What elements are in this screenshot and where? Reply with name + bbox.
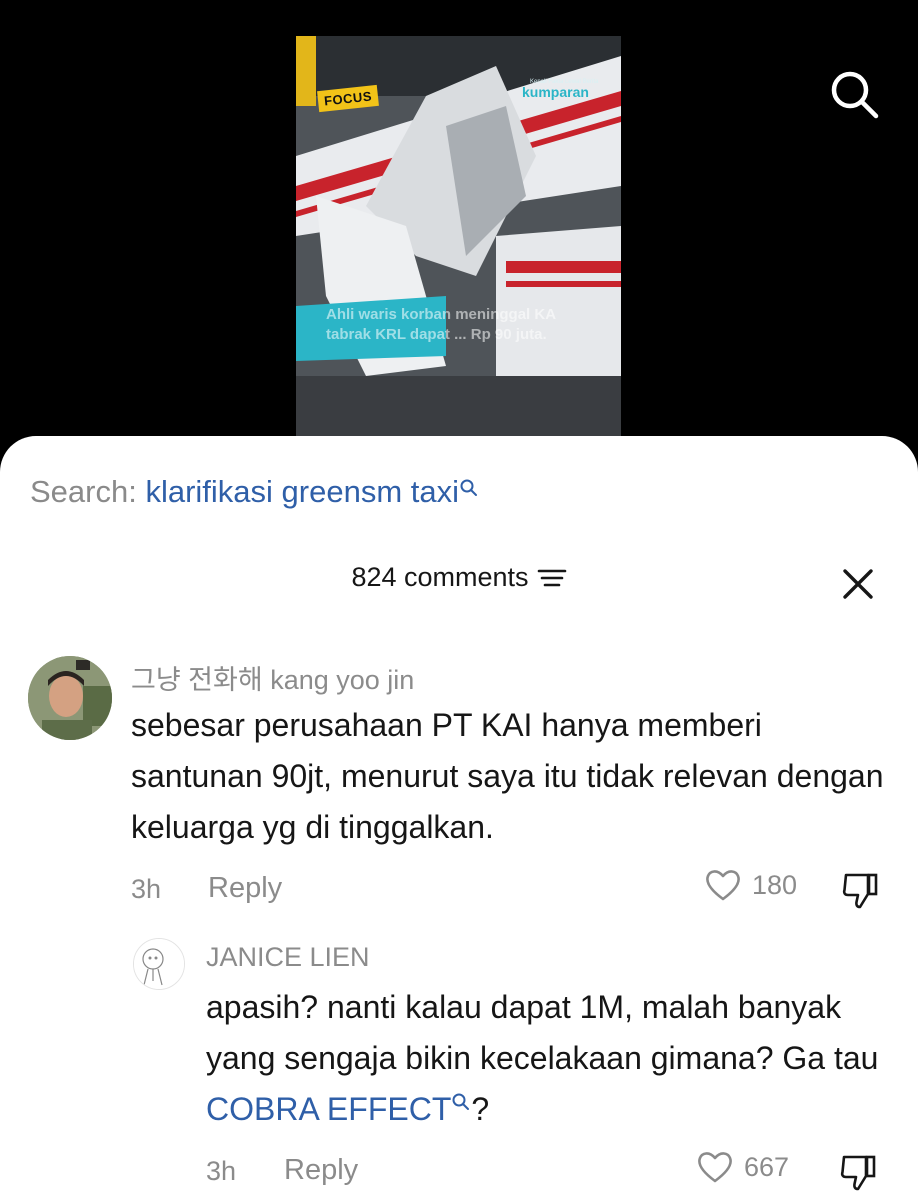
comments-header: 824 comments <box>0 562 918 593</box>
search-suggestion-term[interactable]: klarifikasi greensm taxi <box>145 474 459 509</box>
dislike-button[interactable] <box>838 1152 878 1192</box>
comment-text-body: apasih? nanti kalau dapat 1M, malah bany… <box>206 989 879 1076</box>
video-caption: Ahli waris korban meninggal KA tabrak KR… <box>326 306 556 343</box>
user-sketch-avatar <box>134 939 184 989</box>
user-photo <box>28 656 112 740</box>
search-icon <box>460 479 477 496</box>
comments-sheet: Search: klarifikasi greensm taxi 824 com… <box>0 436 918 1200</box>
cobra-effect-link[interactable]: COBRA EFFECT <box>206 1091 471 1127</box>
comment-time: 3h <box>206 1156 237 1186</box>
avatar[interactable] <box>133 938 185 990</box>
dislike-button[interactable] <box>840 870 880 910</box>
search-suggestion-prefix: Search: <box>30 474 146 509</box>
comment-username[interactable]: JANICE LIEN <box>206 942 370 973</box>
search-button[interactable] <box>826 66 880 120</box>
search-link-label: COBRA EFFECT <box>206 1091 452 1127</box>
search-icon <box>831 71 879 119</box>
thumbs-down-icon <box>840 1155 876 1191</box>
close-icon <box>843 569 873 599</box>
video-player[interactable]: FOCUS Kenali Fakta Lewat Berita kumparan… <box>0 0 918 450</box>
comment-username[interactable]: 그냥 전화해 kang yoo jin <box>131 658 414 697</box>
avatar[interactable] <box>28 656 112 740</box>
sort-icon[interactable] <box>537 567 567 589</box>
like-count: 180 <box>752 869 798 900</box>
comment-text: sebesar perusahaan PT KAI hanya memberi … <box>131 707 884 845</box>
heart-icon <box>698 1152 732 1183</box>
like-button[interactable]: 667 <box>696 1150 789 1184</box>
reply-button[interactable]: Reply <box>284 1154 358 1187</box>
like-button[interactable]: 180 <box>704 868 797 902</box>
search-icon <box>452 1093 470 1110</box>
heart-icon <box>706 870 740 901</box>
brand-logo: kumparan <box>522 84 589 100</box>
close-button[interactable] <box>840 566 876 602</box>
like-count: 667 <box>744 1151 790 1182</box>
comment-time: 3h <box>131 874 162 904</box>
reply-button[interactable]: Reply <box>208 872 282 905</box>
comments-count: 824 comments <box>351 562 529 592</box>
thumbs-down-icon <box>842 873 878 909</box>
search-suggestion[interactable]: Search: klarifikasi greensm taxi <box>30 474 479 510</box>
comment-text: apasih? nanti kalau dapat 1M, malah bany… <box>206 982 896 1135</box>
comment-text-end: ? <box>471 1091 490 1127</box>
